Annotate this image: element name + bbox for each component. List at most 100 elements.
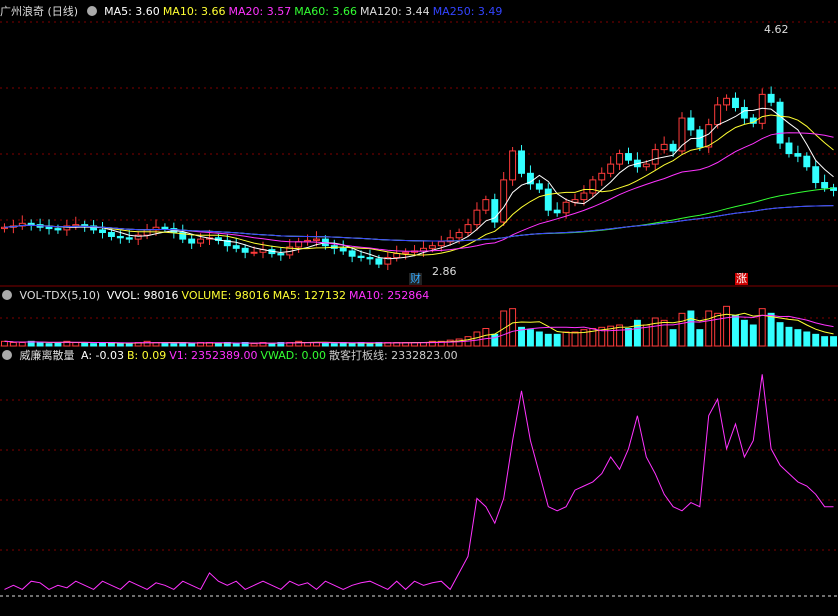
candle-body <box>277 253 285 256</box>
volume-bar <box>767 312 775 347</box>
indicator-indicator-1: B: 0.09 <box>127 349 167 362</box>
volume-bar <box>660 319 668 347</box>
indicator-settings-dot-icon[interactable] <box>2 350 12 360</box>
volume-bar <box>1 340 8 347</box>
candle-body <box>45 226 53 230</box>
volume-bar <box>553 333 561 347</box>
candle-body <box>241 247 249 253</box>
volume-bar <box>330 343 338 347</box>
main-title: 广州浪奇 (日线) <box>0 5 79 18</box>
volume-bar <box>678 312 686 347</box>
main-legend: 广州浪奇 (日线) MA5: 3.60 MA10: 3.66 MA20: 3.57 M… <box>0 4 508 20</box>
volume-bar <box>526 329 534 347</box>
candle-body <box>589 179 597 194</box>
candle-body <box>580 192 588 201</box>
volume-bar <box>544 333 552 347</box>
candle-body <box>295 241 303 248</box>
candle-body <box>651 149 659 165</box>
main-indicator-5: MA250: 3.49 <box>432 5 503 18</box>
volume-bar <box>214 343 222 347</box>
candle-body <box>188 238 196 244</box>
indicator-indicator-4: 散客打板线: 2332823.00 <box>328 349 458 362</box>
candle-body <box>143 229 151 236</box>
volume-bar <box>562 331 570 347</box>
volume-bar <box>812 333 820 347</box>
volume-bar <box>232 343 240 347</box>
candle-body <box>197 238 205 244</box>
candle-body <box>535 183 543 190</box>
rise-marker[interactable]: 涨 <box>735 273 748 285</box>
candle-body <box>660 143 668 151</box>
volume-bar <box>785 326 793 347</box>
volume-bar <box>705 310 713 347</box>
candle-body <box>27 222 35 226</box>
volume-bar <box>696 329 704 347</box>
volume-settings-dot-icon[interactable] <box>2 290 12 300</box>
v1-line <box>4 374 834 591</box>
finance-marker[interactable]: 财 <box>409 273 422 285</box>
candle-body <box>81 224 89 227</box>
candle-body <box>803 155 811 168</box>
candle-body <box>473 209 481 226</box>
candle-body <box>518 150 525 174</box>
main-indicator-4: MA120: 3.44 <box>359 5 430 18</box>
candle-body <box>54 228 62 231</box>
candle-body <box>455 232 463 239</box>
candle-body <box>357 255 365 259</box>
candle-body <box>366 257 374 260</box>
candlestick-chart[interactable] <box>1 86 837 271</box>
candle-body <box>72 224 80 227</box>
candle-body <box>544 188 552 211</box>
volume-indicator-2: MA5: 127132 <box>272 289 347 302</box>
volume-bar <box>821 336 829 347</box>
candle-body <box>339 247 347 252</box>
candle-body <box>740 107 748 119</box>
candle-body <box>313 238 320 241</box>
candle-body <box>607 163 615 174</box>
candle-body <box>723 97 731 106</box>
candle-body <box>616 153 624 165</box>
chart-canvas[interactable] <box>0 0 838 616</box>
volume-bar <box>714 312 722 347</box>
indicator-legend: 威廉离散量 A: -0.03 B: 0.09 V1: 2352389.00 VWAD:… <box>0 348 464 364</box>
volume-bar <box>616 324 624 347</box>
candle-body <box>642 163 650 168</box>
williams-indicator-chart[interactable] <box>0 374 838 597</box>
candle-body <box>794 153 802 157</box>
indicator-indicator-2: V1: 2352389.00 <box>169 349 258 362</box>
volume-bar <box>740 319 748 347</box>
candle-body <box>812 166 820 184</box>
candle-body <box>598 172 606 181</box>
candle-body <box>161 226 169 230</box>
volume-title: VOL-TDX(5,10) <box>19 289 101 302</box>
volume-chart[interactable] <box>1 305 837 347</box>
candle-body <box>732 97 739 109</box>
volume-bar <box>170 343 178 347</box>
candle-body <box>402 251 410 255</box>
volume-bar <box>491 333 499 347</box>
volume-bar <box>651 317 659 347</box>
main-indicator-0: MA5: 3.60 <box>104 5 160 18</box>
volume-bar <box>18 342 26 347</box>
volume-bar <box>9 342 17 347</box>
settings-dot-icon[interactable] <box>86 6 97 16</box>
candle-body <box>500 179 508 223</box>
candle-body <box>509 150 517 181</box>
volume-bar <box>687 310 695 347</box>
volume-bar <box>473 331 481 347</box>
candle-body <box>107 232 115 237</box>
candle-body <box>785 142 793 155</box>
candle-body <box>232 245 240 249</box>
main-indicator-3: MA60: 3.66 <box>294 5 357 18</box>
volume-indicator-0: VVOL: 98016 <box>106 289 179 302</box>
candle-body <box>776 101 784 144</box>
candle-body <box>375 258 383 265</box>
volume-bar <box>81 342 89 347</box>
volume-indicator-1: VOLUME: 98016 <box>181 289 270 302</box>
candle-body <box>464 224 472 234</box>
volume-bar <box>90 343 98 347</box>
candle-body <box>705 124 713 148</box>
volume-bar <box>348 343 356 347</box>
volume-bar <box>830 336 837 347</box>
volume-bar <box>669 329 677 347</box>
